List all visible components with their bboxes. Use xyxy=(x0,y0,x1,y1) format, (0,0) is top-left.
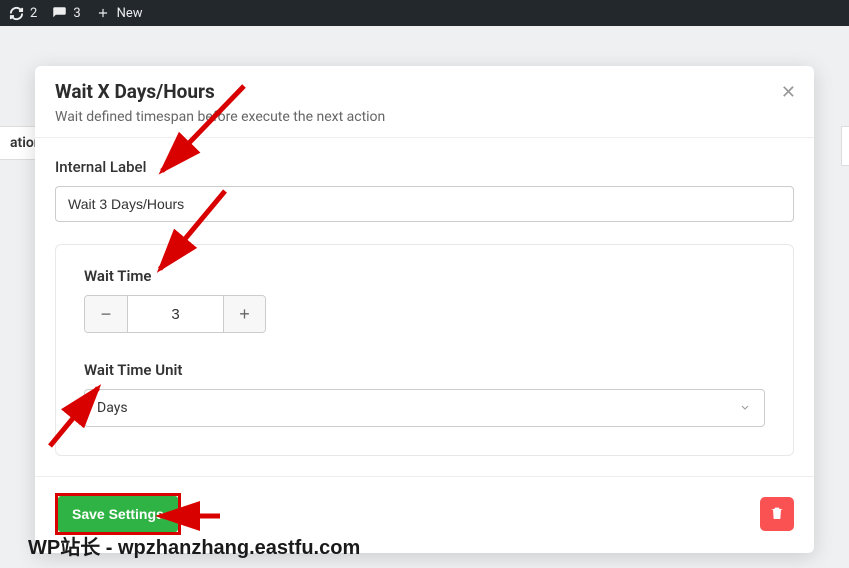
wait-time-stepper: − + xyxy=(84,295,266,333)
wait-unit-select-wrap: Days xyxy=(84,389,765,427)
save-highlight-box: Save Settings xyxy=(55,493,181,535)
watermark: WP站长 - wpzhanzhang.eastfu.com xyxy=(28,531,360,560)
close-icon: ✕ xyxy=(781,82,796,102)
modal-subtitle: Wait defined timespan before execute the… xyxy=(55,109,794,125)
comments-count: 3 xyxy=(73,6,80,21)
new-item[interactable]: New xyxy=(95,5,143,21)
wait-card: Wait Time − + Wait Time Unit Days xyxy=(55,244,794,456)
updates-count: 2 xyxy=(30,6,37,21)
wait-unit-select[interactable]: Days xyxy=(84,389,765,427)
close-button[interactable]: ✕ xyxy=(781,82,796,103)
modal-header: Wait X Days/Hours Wait defined timespan … xyxy=(35,66,814,138)
settings-modal: Wait X Days/Hours Wait defined timespan … xyxy=(35,66,814,553)
save-settings-button[interactable]: Save Settings xyxy=(58,496,178,532)
stepper-increment[interactable]: + xyxy=(223,296,265,332)
plus-icon: + xyxy=(239,304,250,325)
internal-label-label: Internal Label xyxy=(55,158,794,176)
comment-icon xyxy=(51,5,67,21)
delete-button[interactable] xyxy=(760,497,794,531)
page-background: ation Wait X Days/Hours Wait defined tim… xyxy=(0,26,849,568)
comments-item[interactable]: 3 xyxy=(51,5,80,21)
stepper-decrement[interactable]: − xyxy=(85,296,127,332)
refresh-icon xyxy=(8,5,24,21)
minus-icon: − xyxy=(101,304,112,325)
wait-time-label: Wait Time xyxy=(84,267,765,285)
plus-icon xyxy=(95,5,111,21)
updates-item[interactable]: 2 xyxy=(8,5,37,21)
modal-title: Wait X Days/Hours xyxy=(55,80,794,103)
wait-time-input[interactable] xyxy=(127,296,223,332)
trash-icon xyxy=(769,505,785,524)
internal-label-input[interactable] xyxy=(55,186,794,222)
right-edge-box xyxy=(841,126,849,166)
new-label: New xyxy=(117,6,143,21)
admin-bar: 2 3 New xyxy=(0,0,849,26)
modal-body: Internal Label Wait Time − + Wait Time U… xyxy=(35,138,814,476)
wait-unit-label: Wait Time Unit xyxy=(84,361,765,379)
